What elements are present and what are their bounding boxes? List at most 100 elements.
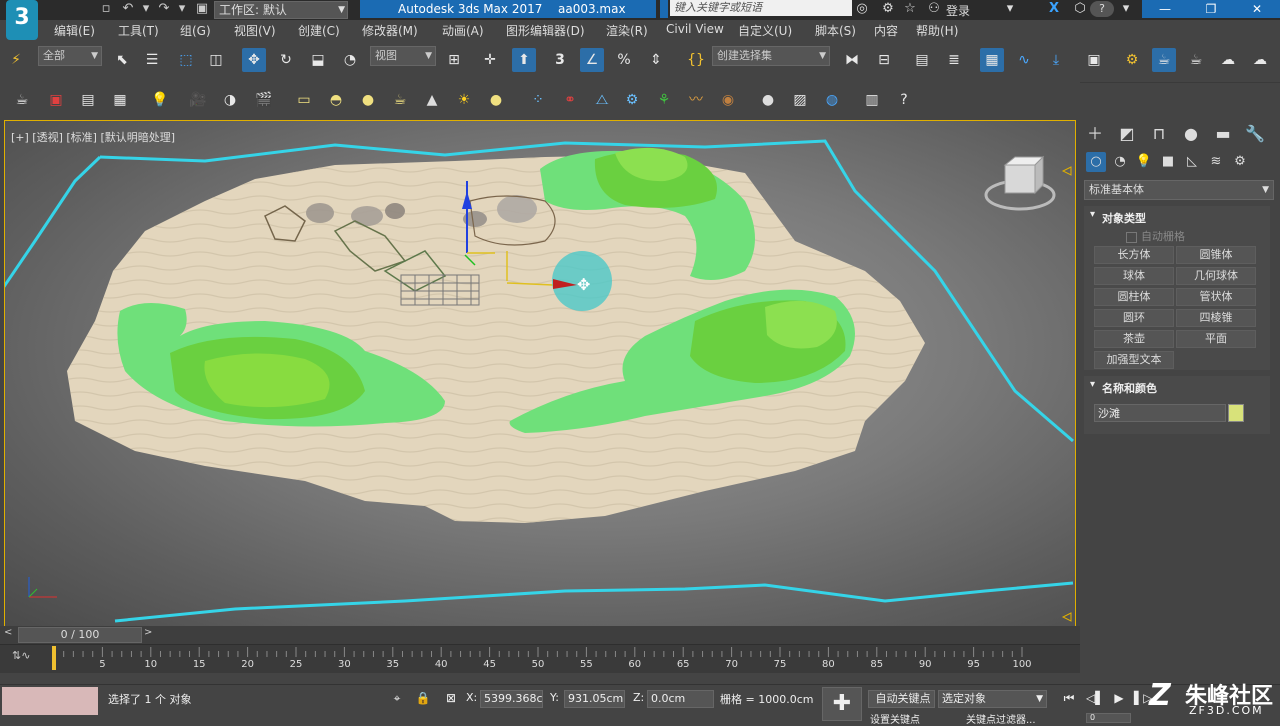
absolute-mode-icon[interactable]: ⊠: [442, 689, 460, 707]
user-icon[interactable]: ⚇: [924, 0, 944, 18]
login-dropdown-icon[interactable]: ▾: [1000, 0, 1020, 18]
white-sphere-icon[interactable]: ●: [756, 88, 780, 112]
menu-animation[interactable]: 动画(A): [442, 22, 484, 39]
previous-frame-icon[interactable]: ◁▌: [1086, 689, 1104, 707]
link-icon[interactable]: ⚡: [4, 48, 28, 72]
project-folder-icon[interactable]: ▣: [194, 1, 210, 17]
edit-named-selection-icon[interactable]: {}: [684, 48, 708, 72]
curve-editor-icon[interactable]: ∿: [1012, 48, 1036, 72]
box-primitive-icon[interactable]: ▭: [292, 88, 316, 112]
create-tab-icon[interactable]: ＋: [1082, 122, 1108, 146]
help-icon[interactable]: ?: [892, 88, 916, 112]
teapot-primitive-icon[interactable]: ☕: [388, 88, 412, 112]
maximize-button[interactable]: ❐: [1188, 0, 1234, 18]
current-frame-marker[interactable]: [52, 646, 56, 670]
search-input[interactable]: 键入关键字或短语: [670, 0, 852, 16]
blue-sphere-icon[interactable]: ◍: [820, 88, 844, 112]
time-prev-icon[interactable]: <: [4, 627, 12, 638]
select-and-rotate-icon[interactable]: ↻: [274, 48, 298, 72]
angle-snap-icon[interactable]: ∠: [580, 48, 604, 72]
go-to-start-icon[interactable]: ⏮: [1060, 689, 1078, 707]
geosphere-button[interactable]: 几何球体: [1176, 267, 1256, 285]
app-logo[interactable]: 3: [6, 0, 38, 40]
play-icon[interactable]: ▶: [1110, 689, 1128, 707]
torus-button[interactable]: 圆环: [1094, 309, 1174, 327]
geometry-icon[interactable]: ○: [1086, 152, 1106, 172]
reference-coordinate-dropdown[interactable]: 视图 ▼: [370, 46, 436, 66]
render-cloud-icon[interactable]: ☁: [1216, 48, 1240, 72]
selection-lock-icon[interactable]: 🔒: [414, 689, 432, 707]
subscription-icon[interactable]: ⚙: [878, 0, 898, 18]
key-filters-button[interactable]: 关键点过滤器...: [966, 711, 1036, 726]
isolate-selection-icon[interactable]: ⌖: [388, 689, 406, 707]
time-slider[interactable]: 0 / 100: [18, 627, 142, 643]
cone-icon[interactable]: ▲: [420, 88, 444, 112]
helper-icon[interactable]: ◑: [218, 88, 242, 112]
redo-icon[interactable]: ↷: [156, 1, 172, 17]
menu-graph-editors[interactable]: 图形编辑器(D): [506, 22, 585, 39]
utilities-tab-icon[interactable]: 🔧: [1242, 122, 1268, 146]
new-file-icon[interactable]: ▫: [98, 1, 114, 17]
plane-button[interactable]: 平面: [1176, 330, 1256, 348]
add-time-tag-button[interactable]: ✚: [822, 687, 862, 721]
helpers-icon[interactable]: ◺: [1182, 152, 1202, 172]
selected-object-dropdown[interactable]: 选定对象 ▼: [938, 690, 1047, 708]
menu-civil-view[interactable]: Civil View: [666, 22, 724, 36]
close-button[interactable]: ✕: [1234, 0, 1280, 18]
select-manipulate-icon[interactable]: ✛: [478, 48, 502, 72]
select-and-place-icon[interactable]: ◔: [338, 48, 362, 72]
category-dropdown[interactable]: 标准基本体 ▼: [1084, 180, 1274, 200]
viewport-label[interactable]: [+] [透视] [标准] [默认明暗处理]: [11, 129, 175, 145]
render-production-icon[interactable]: ☕: [1184, 48, 1208, 72]
modify-tab-icon[interactable]: ◩: [1114, 122, 1140, 146]
login-label[interactable]: 登录: [946, 2, 970, 19]
shapes-icon[interactable]: ◔: [1110, 152, 1130, 172]
align-icon[interactable]: ⊟: [872, 48, 896, 72]
name-color-title[interactable]: 名称和颜色: [1084, 376, 1270, 398]
menu-scripting[interactable]: 脚本(S): [815, 22, 856, 39]
video-camera-icon[interactable]: 🎬: [252, 88, 276, 112]
favorites-star-icon[interactable]: ☆: [900, 0, 920, 18]
perspective-viewport[interactable]: ✥ [+] [透视] [标准] [默认明暗处理]: [4, 120, 1076, 628]
set-key-button[interactable]: 设置关键点: [870, 711, 920, 726]
camera-icon[interactable]: 🎥: [186, 88, 210, 112]
torus-icon[interactable]: ●: [484, 88, 508, 112]
minimize-button[interactable]: —: [1142, 0, 1188, 18]
render-window-icon[interactable]: ▣: [44, 88, 68, 112]
particle-icon[interactable]: ⁘: [526, 88, 550, 112]
undo-dropdown-icon[interactable]: ▾: [138, 1, 154, 17]
lights-icon[interactable]: 💡: [1134, 152, 1154, 172]
menu-views[interactable]: 视图(V): [234, 22, 276, 39]
keyboard-shortcut-override-icon[interactable]: ⬆: [512, 48, 536, 72]
menu-content[interactable]: 内容: [874, 22, 898, 39]
image-icon[interactable]: ▨: [788, 88, 812, 112]
exchange-apps-icon[interactable]: X: [1044, 0, 1064, 18]
y-coordinate-field[interactable]: 931.05cm: [564, 690, 625, 708]
undo-icon[interactable]: ↶: [120, 1, 136, 17]
schematic-view-icon[interactable]: ⤓: [1044, 48, 1068, 72]
box-button[interactable]: 长方体: [1094, 246, 1174, 264]
sun-icon[interactable]: ☀: [452, 88, 476, 112]
rectangular-selection-icon[interactable]: ⬚: [174, 48, 198, 72]
z-coordinate-field[interactable]: 0.0cm: [647, 690, 714, 708]
selection-filter-dropdown[interactable]: 全部 ▼: [38, 46, 102, 66]
spinner-snap-icon[interactable]: ⇕: [644, 48, 668, 72]
autogrid-checkbox[interactable]: 自动栅格: [1126, 228, 1185, 244]
redo-dropdown-icon[interactable]: ▾: [174, 1, 190, 17]
sphere-button[interactable]: 球体: [1094, 267, 1174, 285]
menu-edit[interactable]: 编辑(E): [54, 22, 95, 39]
menu-rendering[interactable]: 渲染(R): [606, 22, 648, 39]
workspace-dropdown[interactable]: 工作区: 默认 ▼: [214, 1, 348, 19]
communication-center-icon[interactable]: ⬡: [1070, 0, 1090, 18]
wood-ball-icon[interactable]: ◉: [716, 88, 740, 112]
object-properties-icon[interactable]: ▥: [860, 88, 884, 112]
menu-group[interactable]: 组(G): [180, 22, 211, 39]
snaps-toggle-icon[interactable]: 3: [548, 48, 572, 72]
select-and-move-icon[interactable]: ✥: [242, 48, 266, 72]
object-color-swatch[interactable]: [1228, 404, 1244, 422]
x-coordinate-field[interactable]: 5399.368c: [480, 690, 543, 708]
select-object-icon[interactable]: ⬉: [110, 48, 134, 72]
cameras-icon[interactable]: ■: [1158, 152, 1178, 172]
help-button[interactable]: ?: [1090, 1, 1114, 17]
cone-button[interactable]: 圆锥体: [1176, 246, 1256, 264]
